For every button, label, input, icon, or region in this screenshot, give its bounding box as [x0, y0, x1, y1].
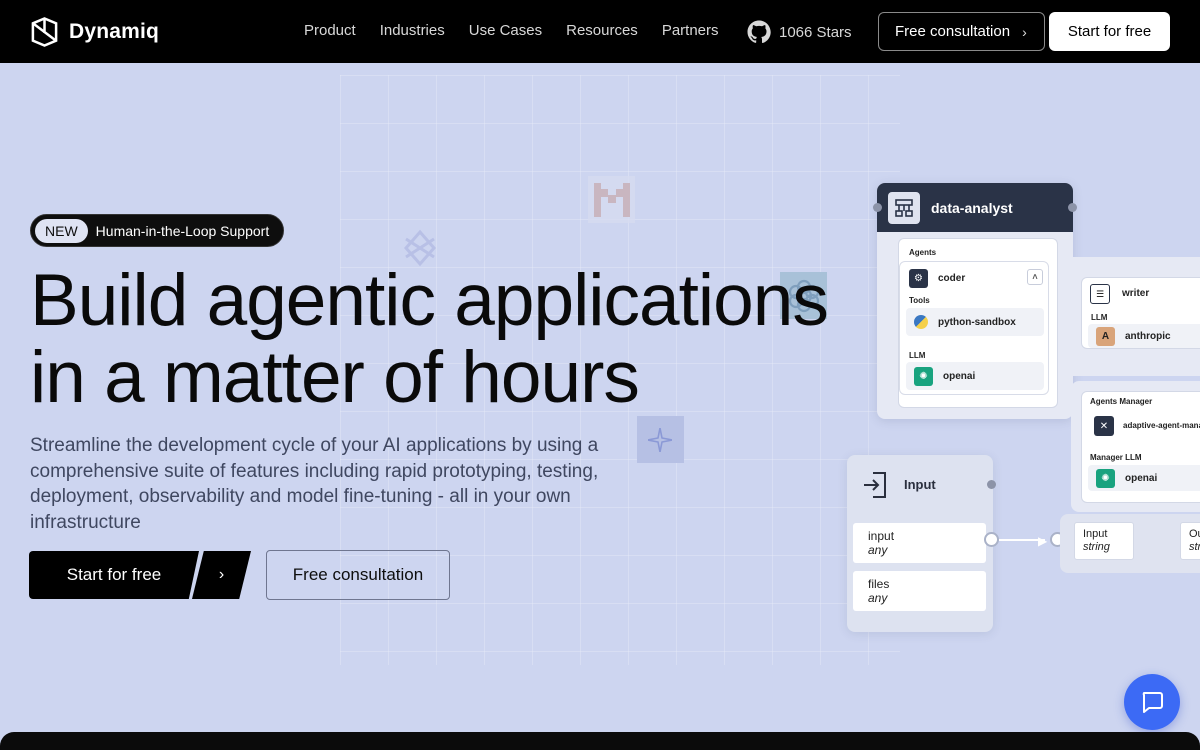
writer-llm: anthropic — [1125, 330, 1171, 342]
login-icon — [864, 472, 886, 498]
io-name: input — [868, 529, 895, 543]
llm-name: openai — [943, 370, 976, 382]
logo-text: Dynamiq — [69, 20, 160, 43]
nav-link-use-cases[interactable]: Use Cases — [469, 22, 542, 39]
output-input-field[interactable]: Input string — [1074, 522, 1134, 560]
output-node: Input string Ou stri — [1060, 514, 1200, 573]
input-node-title: Input — [904, 477, 936, 492]
agent-name: coder — [938, 272, 966, 284]
writer-llm-label: LLM — [1091, 313, 1108, 322]
gear-icon: ⚙ — [909, 268, 928, 288]
python-icon — [914, 315, 928, 329]
agents-group: ⚙ coder ˄ Tools python-sandbox LLM ✺ ope… — [899, 261, 1049, 395]
writer-node: ☰ writer LLM A anthropic — [1061, 257, 1200, 376]
output-port[interactable] — [984, 532, 999, 547]
openai-icon: ✺ — [914, 366, 933, 386]
chat-bubble-icon — [1142, 692, 1163, 713]
input-node: Input input any files any — [847, 455, 993, 632]
io-name: files — [868, 577, 890, 591]
tools-label: Tools — [909, 296, 930, 305]
node-port[interactable] — [1068, 203, 1077, 212]
top-navbar: Dynamiq Product Industries Use Cases Res… — [0, 0, 1200, 63]
badge-text: Human-in-the-Loop Support — [95, 222, 270, 239]
mistral-logo-icon — [594, 183, 630, 217]
writer-title: writer — [1122, 288, 1150, 299]
nav-link-product[interactable]: Product — [304, 22, 356, 39]
io-type: any — [868, 543, 888, 557]
agents-label: Agents — [909, 248, 937, 257]
next-section-edge — [0, 732, 1200, 750]
agent-row-coder[interactable]: ⚙ coder ˄ — [901, 264, 1047, 292]
sparkle-logo-icon — [648, 428, 672, 452]
node-port[interactable] — [873, 203, 882, 212]
out-out-label: Ou — [1189, 528, 1200, 540]
io-type: any — [868, 591, 888, 605]
out-in-type: string — [1083, 541, 1110, 553]
stars-count: 1066 Stars — [779, 23, 852, 41]
logo[interactable]: Dynamiq — [30, 17, 159, 47]
data-analyst-title: data-analyst — [931, 199, 1013, 216]
chevron-right-icon: › — [1022, 23, 1027, 40]
writer-body: ☰ writer LLM A anthropic — [1081, 277, 1200, 349]
hero-title-line-1: Build agentic applications — [30, 260, 829, 341]
hierarchy-icon — [888, 191, 920, 224]
hierarchy-icon: ☰ — [1090, 284, 1110, 304]
nav-start-for-free-button[interactable]: Start for free — [1049, 12, 1170, 51]
manager-llm: openai — [1125, 472, 1158, 484]
arrow-right-icon: ▶ — [1038, 534, 1048, 548]
output-output-field[interactable]: Ou stri — [1180, 522, 1200, 560]
out-in-label: Input — [1083, 528, 1108, 540]
llm-row-openai[interactable]: ✺ openai — [906, 362, 1044, 390]
chevron-up-icon[interactable]: ˄ — [1027, 269, 1043, 285]
data-analyst-node: data-analyst Agents ⚙ coder ˄ Tools pyth… — [877, 183, 1073, 419]
llm-label: LLM — [909, 351, 926, 360]
github-icon — [747, 20, 771, 44]
github-stars-link[interactable]: 1066 Stars — [747, 20, 852, 44]
nav-link-resources[interactable]: Resources — [566, 22, 638, 39]
nav-links: Product Industries Use Cases Resources P… — [304, 22, 719, 39]
hero-title-line-2: in a matter of hours — [30, 337, 640, 418]
badge-new-label: NEW — [35, 218, 88, 243]
new-feature-badge[interactable]: NEW Human-in-the-Loop Support — [30, 214, 285, 247]
manager-llm-label: Manager LLM — [1090, 453, 1142, 462]
network-icon: ✕ — [1094, 416, 1114, 436]
tool-row-python-sandbox[interactable]: python-sandbox — [906, 308, 1044, 336]
anthropic-icon: A — [1096, 326, 1115, 346]
agents-manager-node: Agents Manager ✕ adaptive-agent-mana Man… — [1071, 381, 1200, 512]
dynamiq-logo-icon — [31, 17, 58, 47]
nav-free-consultation-button[interactable]: Free consultation › — [878, 12, 1045, 51]
node-port[interactable] — [987, 480, 996, 489]
agents-manager-name: adaptive-agent-mana — [1123, 421, 1200, 430]
data-analyst-header: data-analyst — [877, 183, 1073, 232]
nav-link-partners[interactable]: Partners — [662, 22, 719, 39]
agents-manager-label: Agents Manager — [1090, 397, 1153, 406]
input-row-files[interactable]: files any — [853, 571, 986, 611]
hero-start-for-free-button[interactable]: Start for free — [29, 551, 199, 599]
nav-link-industries[interactable]: Industries — [380, 22, 445, 39]
hero-free-consultation-button[interactable]: Free consultation — [266, 550, 450, 600]
llm-row-anthropic[interactable]: A anthropic — [1088, 324, 1200, 348]
input-row-input[interactable]: input any — [853, 523, 986, 563]
out-out-type: stri — [1189, 541, 1200, 553]
hero-title: Build agentic applications in a matter o… — [30, 262, 850, 416]
tool-name: python-sandbox — [938, 316, 1016, 328]
openai-icon: ✺ — [1096, 468, 1115, 488]
chat-button[interactable] — [1124, 674, 1180, 730]
nav-consult-label: Free consultation — [895, 23, 1011, 40]
hero-description: Streamline the development cycle of your… — [30, 435, 599, 533]
chevron-right-icon: › — [218, 566, 225, 583]
hero-arrow-button[interactable]: › — [192, 551, 251, 599]
manager-llm-row-openai[interactable]: ✺ openai — [1088, 465, 1200, 491]
agents-manager-body: Agents Manager ✕ adaptive-agent-mana Man… — [1081, 391, 1200, 503]
data-analyst-body: Agents ⚙ coder ˄ Tools python-sandbox LL… — [898, 238, 1058, 408]
